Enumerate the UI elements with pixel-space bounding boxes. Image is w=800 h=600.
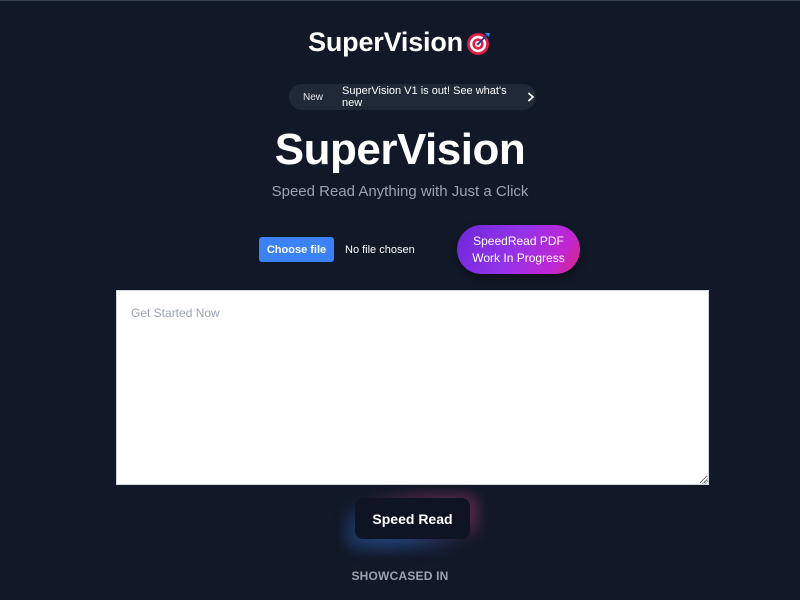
announcement-text: SuperVision V1 is out! See what's new bbox=[342, 85, 507, 109]
choose-file-button[interactable]: Choose file bbox=[259, 237, 334, 262]
hero-title: SuperVision bbox=[274, 125, 526, 174]
new-badge: New bbox=[303, 91, 324, 103]
resize-grip-icon[interactable] bbox=[702, 478, 708, 484]
brand-name: SuperVision bbox=[308, 27, 463, 57]
direct-hit-target-icon bbox=[466, 30, 492, 56]
chevron-right-icon bbox=[526, 92, 536, 102]
file-upload: Choose file No file chosen bbox=[259, 237, 415, 262]
speed-read-button[interactable]: Speed Read bbox=[355, 498, 470, 539]
text-input-area[interactable] bbox=[116, 290, 709, 485]
showcased-in-label: SHOWCASED IN bbox=[351, 569, 449, 583]
brand-header: SuperVision bbox=[0, 27, 800, 58]
speedread-pdf-button[interactable]: SpeedRead PDF Work In Progress bbox=[457, 225, 580, 274]
file-status: No file chosen bbox=[345, 243, 415, 256]
hero-subtitle: Speed Read Anything with Just a Click bbox=[271, 183, 529, 200]
pdf-button-status: Work In Progress bbox=[472, 250, 565, 265]
pdf-button-label: SpeedRead PDF bbox=[473, 233, 564, 248]
announcement-banner[interactable]: New SuperVision V1 is out! See what's ne… bbox=[289, 84, 536, 110]
page: SuperVision New SuperVision V1 is out! S… bbox=[0, 0, 800, 600]
